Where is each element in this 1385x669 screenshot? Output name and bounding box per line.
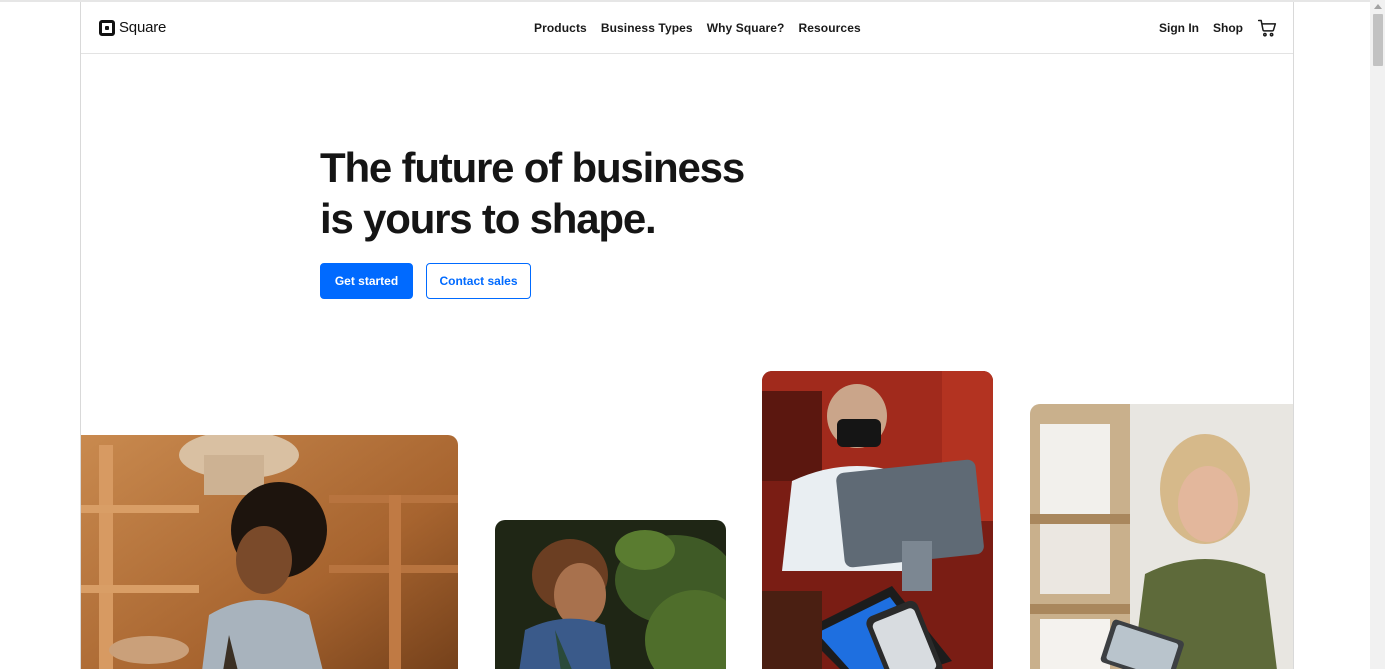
contact-sales-button[interactable]: Contact sales <box>426 263 531 299</box>
nav-item-business-types[interactable]: Business Types <box>601 21 693 35</box>
account-nav: Sign In Shop <box>1159 18 1277 38</box>
site-header: Square Products Business Types Why Squar… <box>81 2 1293 54</box>
brand-name: Square <box>119 19 167 36</box>
nav-item-why-square[interactable]: Why Square? <box>707 21 785 35</box>
scrollbar-thumb[interactable] <box>1373 14 1383 66</box>
get-started-button[interactable]: Get started <box>320 263 413 299</box>
hero-headline: The future of business is yours to shape… <box>320 142 840 244</box>
hero-headline-line2: is yours to shape. <box>320 195 657 242</box>
square-logo[interactable]: Square <box>99 19 166 36</box>
shopping-cart-icon[interactable] <box>1257 18 1277 38</box>
main-nav: Products Business Types Why Square? Reso… <box>534 21 861 35</box>
page-frame: Square Products Business Types Why Squar… <box>80 2 1294 669</box>
square-logo-icon <box>99 19 115 36</box>
scroll-up-icon[interactable] <box>1374 4 1382 9</box>
nav-item-products[interactable]: Products <box>534 21 587 35</box>
restaurant-checkout-photo <box>762 371 993 669</box>
pottery-shop-photo <box>81 435 458 669</box>
page-scrollbar[interactable] <box>1370 0 1385 669</box>
plant-nursery-photo <box>495 520 726 669</box>
hero-headline-line1: The future of business <box>320 144 745 191</box>
warehouse-tablet-photo <box>1030 404 1293 669</box>
sign-in-link[interactable]: Sign In <box>1159 21 1199 35</box>
shop-link[interactable]: Shop <box>1213 21 1243 35</box>
nav-item-resources[interactable]: Resources <box>798 21 860 35</box>
